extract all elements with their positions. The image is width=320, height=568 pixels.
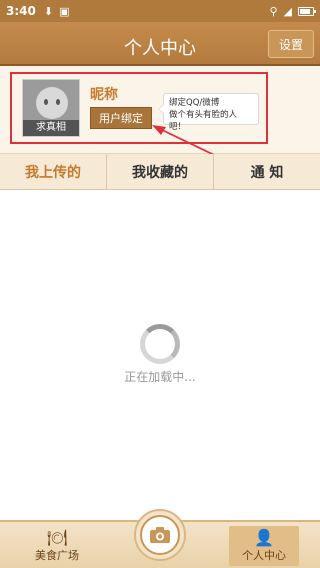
loading-text: 正在加载中... — [124, 370, 196, 384]
location-icon: ⚲ — [269, 4, 278, 18]
status-time: 3:40 — [6, 4, 36, 18]
app-header: 个人中心 设置 — [0, 22, 320, 66]
tab-uploaded[interactable]: 我上传的 — [0, 154, 106, 189]
avatar-face-icon — [36, 87, 68, 119]
tab-favorites[interactable]: 我收藏的 — [106, 154, 213, 189]
status-right-icons: ⚲ ◢ — [269, 4, 316, 18]
nav-personal-center[interactable]: 👤 个人中心 — [229, 526, 299, 566]
tooltip-line-1: 绑定QQ/微博 — [169, 98, 220, 108]
notification-icon: ▣ — [59, 4, 70, 18]
settings-button[interactable]: 设置 — [268, 30, 314, 58]
tooltip-line-2: 做个有头有脸的人吧！ — [169, 110, 238, 132]
signal-icon: ◢ — [283, 4, 292, 18]
bind-tooltip: 绑定QQ/微博 做个有头有脸的人吧！ — [158, 93, 259, 132]
avatar-caption: 求真相 — [23, 120, 79, 136]
nav-food-label: 美食广场 — [35, 549, 79, 562]
battery-icon — [298, 6, 316, 16]
nickname: 昵称 — [90, 87, 118, 103]
loading-spinner-icon — [140, 324, 180, 364]
camera-icon — [140, 515, 180, 555]
status-bar: 3:40 ⬇ ▣ ⚲ ◢ — [0, 0, 320, 22]
tab-notifications[interactable]: 通 知 — [213, 154, 320, 189]
download-icon: ⬇ — [43, 4, 54, 18]
person-icon: 👤 — [254, 528, 274, 547]
plate-utensils-icon: 🍽 — [46, 528, 68, 547]
tab-bar: 我上传的 我收藏的 通 知 — [0, 154, 320, 190]
nav-me-label: 个人中心 — [242, 549, 286, 562]
user-bind-button[interactable]: 用户绑定 — [90, 107, 152, 129]
camera-button[interactable] — [134, 509, 186, 561]
avatar[interactable]: 求真相 — [22, 79, 80, 137]
nav-food-plaza[interactable]: 🍽 美食广场 — [22, 526, 92, 566]
